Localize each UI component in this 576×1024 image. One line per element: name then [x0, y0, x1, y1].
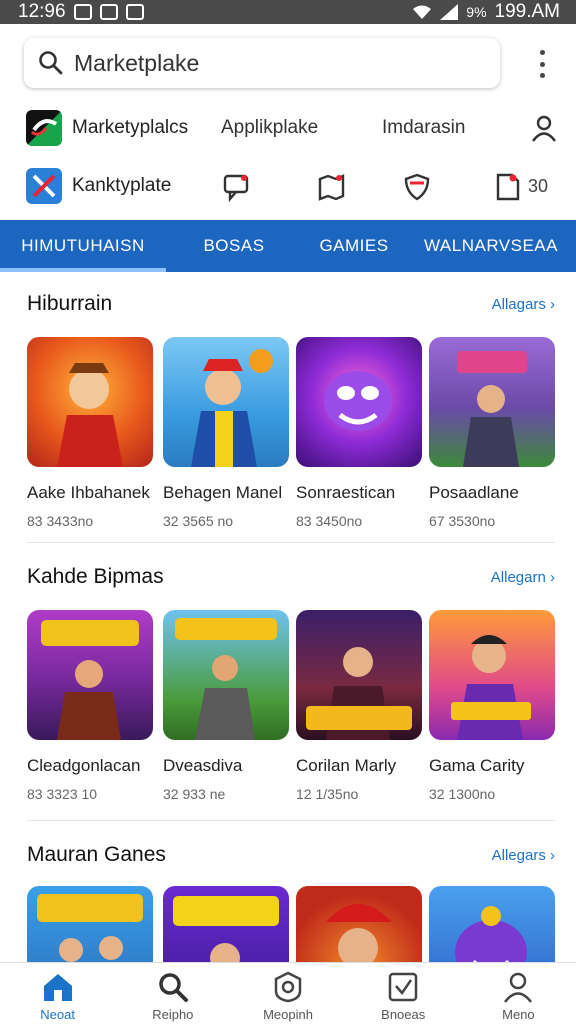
game-card[interactable]: Dveasdiva 32 933 ne [163, 610, 289, 802]
nav-search[interactable]: Reipho [115, 963, 230, 1024]
search-input[interactable]: Marketplake [74, 50, 199, 77]
shortcut-row-1: Marketyplalcs Applikplake Imdarasin [26, 108, 560, 148]
shortcut-marketplace[interactable]: Marketyplalcs [72, 117, 188, 139]
see-all-link[interactable]: Allegars › [492, 847, 555, 864]
game-thumbnail [429, 337, 555, 467]
game-meta: 32 3565 no [163, 513, 234, 529]
game-thumbnail [163, 337, 289, 467]
more-options-icon[interactable] [532, 50, 552, 78]
game-thumbnail [296, 610, 422, 740]
section-title: Hiburrain [27, 292, 113, 315]
nav-profile[interactable]: Meno [461, 963, 576, 1024]
game-title: Aake Ihbahanek [27, 483, 150, 502]
game-thumbnail [27, 610, 153, 740]
shortcut-kanktyplate[interactable]: Kanktyplate [72, 175, 171, 197]
image-icon [73, 4, 92, 20]
nav-home[interactable]: Neoat [0, 963, 115, 1024]
section-divider [27, 820, 555, 821]
tab-gamies[interactable]: GAMIES [302, 220, 406, 272]
bottom-navigation: Neoat Reipho Meopinh Bnoeas Meno [0, 962, 576, 1024]
nav-label: Reipho [152, 1007, 194, 1022]
game-card[interactable]: Sonraestican 83 3450no [296, 337, 422, 529]
search-icon [159, 973, 188, 1002]
game-meta: 67 3530no [429, 513, 496, 529]
tab-walnarvseaa[interactable]: WALNARVSEAA [406, 220, 576, 272]
game-title: Gama Carity [429, 756, 525, 775]
shortcut-link-2[interactable]: Imdarasin [382, 117, 465, 139]
game-thumbnail [296, 337, 422, 467]
battery-percent: 9% [466, 4, 487, 20]
nav-label: Neoat [40, 1007, 75, 1022]
game-thumbnail [163, 610, 289, 740]
nav-label: Bnoeas [381, 1007, 426, 1022]
game-card[interactable]: Behagen Manel 32 3565 no [163, 337, 289, 529]
check-box-icon [388, 972, 418, 1002]
wifi-icon [413, 5, 432, 19]
game-thumbnail [429, 610, 555, 740]
game-title: Corilan Marly [296, 756, 397, 775]
shield-icon [274, 971, 302, 1003]
game-card[interactable]: Aake Ihbahanek 83 3433no [27, 337, 153, 529]
game-card[interactable]: Posaadlane 67 3530no [429, 337, 555, 529]
home-icon [43, 974, 72, 1001]
game-card[interactable]: Corilan Marly 12 1/35no [296, 610, 422, 802]
game-meta: 83 3433no [27, 513, 94, 529]
chat-icon[interactable] [222, 172, 252, 202]
game-title: Behagen Manel [163, 483, 283, 502]
shortcut-row-2: Kanktyplate 30 [26, 166, 560, 206]
document-icon[interactable] [492, 172, 522, 202]
section-divider [27, 542, 555, 543]
game-title: Dveasdiva [163, 756, 243, 775]
section-header-3: Mauran Ganes Allegars › [27, 840, 555, 870]
game-meta: 32 1300no [429, 786, 496, 802]
section-title: Kahde Bipmas [27, 565, 164, 588]
game-meta: 83 3450no [296, 513, 363, 529]
marketplace-app-icon[interactable] [26, 110, 62, 146]
map-icon[interactable] [316, 172, 346, 202]
game-title: Cleadgonlacan [27, 756, 141, 775]
nav-checklist[interactable]: Bnoeas [346, 963, 461, 1024]
game-meta: 12 1/35no [296, 786, 359, 802]
badge-count: 30 [528, 175, 549, 196]
status-bar: 12:96 9% 199.AM [0, 0, 576, 24]
section-header-2: Kahde Bipmas Allegarn › [27, 562, 555, 592]
search-icon [39, 51, 63, 75]
nav-shield[interactable]: Meopinh [230, 963, 345, 1024]
game-thumbnail [27, 337, 153, 467]
tab-bosas[interactable]: BOSAS [166, 220, 302, 272]
kanktyplate-app-icon[interactable] [26, 168, 62, 204]
see-all-link[interactable]: Allagars › [492, 296, 555, 313]
game-title: Posaadlane [429, 483, 519, 502]
tab-himutuhaisn[interactable]: HIMUTUHAISN [0, 220, 166, 272]
signal-icon [440, 4, 459, 20]
game-meta: 32 933 ne [163, 786, 226, 802]
shortcut-link-1[interactable]: Applikplake [221, 117, 318, 139]
section-title: Mauran Ganes [27, 843, 166, 866]
category-tabs: HIMUTUHAISN BOSAS GAMIES WALNARVSEAA [0, 220, 576, 272]
app-notification-icon [125, 4, 144, 20]
nav-label: Meno [502, 1007, 535, 1022]
status-time: 12:96 [18, 1, 66, 22]
notification-icon [99, 4, 118, 20]
see-all-link[interactable]: Allegarn › [491, 569, 555, 586]
game-card[interactable]: Cleadgonlacan 83 3323 10 [27, 610, 153, 802]
status-clock: 199.AM [494, 1, 560, 22]
section-header-1: Hiburrain Allagars › [27, 289, 555, 319]
person-icon [504, 972, 533, 1003]
game-title: Sonraestican [296, 483, 396, 502]
game-meta: 83 3323 10 [27, 786, 98, 802]
game-card[interactable]: Gama Carity 32 1300no [429, 610, 555, 802]
nav-label: Meopinh [263, 1007, 313, 1022]
shield-icon[interactable] [402, 172, 432, 202]
search-bar[interactable]: Marketplake [24, 38, 500, 88]
account-icon[interactable] [530, 114, 558, 142]
